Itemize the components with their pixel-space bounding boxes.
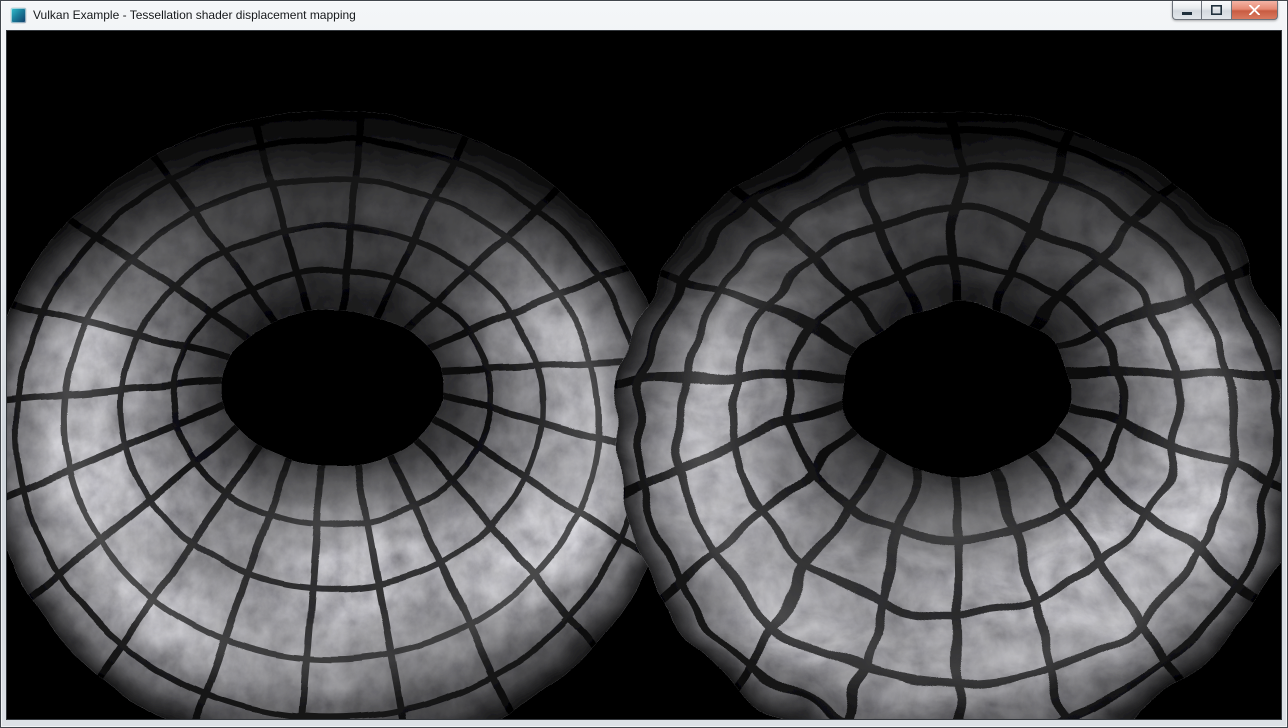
app-window: Vulkan Example - Tessellation shader dis… (0, 0, 1288, 728)
minimize-button[interactable] (1172, 1, 1202, 20)
maximize-icon (1211, 5, 1222, 15)
close-icon (1249, 5, 1260, 15)
close-button[interactable] (1232, 1, 1278, 20)
maximize-button[interactable] (1202, 1, 1232, 20)
scene-canvas (7, 31, 1281, 719)
minimize-icon (1182, 5, 1192, 15)
window-controls (1172, 1, 1278, 20)
render-viewport[interactable] (6, 30, 1282, 720)
window-title: Vulkan Example - Tessellation shader dis… (33, 1, 356, 30)
titlebar[interactable]: Vulkan Example - Tessellation shader dis… (1, 1, 1287, 30)
app-icon (11, 8, 26, 23)
